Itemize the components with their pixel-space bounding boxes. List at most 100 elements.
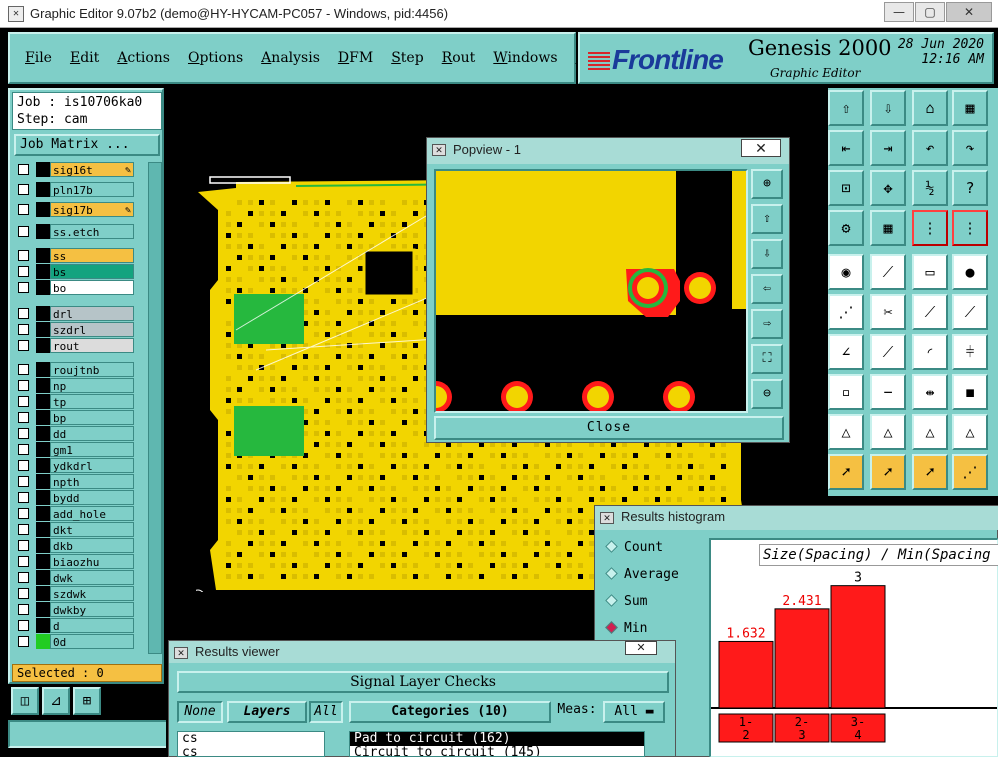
layer-row[interactable]: tp <box>12 394 146 409</box>
arc-icon[interactable]: ◜ <box>912 334 948 370</box>
results-viewer-close-button[interactable]: ✕ <box>625 641 657 655</box>
layer-name[interactable]: dd <box>50 426 134 441</box>
maximize-button[interactable]: ▢ <box>915 2 945 22</box>
job-matrix-button[interactable]: Job Matrix ... <box>14 134 160 156</box>
layer-name[interactable]: szdrl <box>50 322 134 337</box>
layer-row[interactable]: bydd <box>12 490 146 505</box>
pan-down-icon[interactable]: ⇩ <box>751 239 783 269</box>
dimension-icon[interactable]: ⇹ <box>912 374 948 410</box>
settings-icon[interactable]: ⚙ <box>828 210 864 246</box>
layer-row[interactable]: ss.etch <box>12 224 146 239</box>
histogram-bar[interactable] <box>774 608 830 709</box>
pattern-icon[interactable]: ◼ <box>952 374 988 410</box>
layer-name[interactable]: 0d <box>50 634 134 649</box>
pan-left-icon[interactable]: ⇦ <box>751 274 783 304</box>
layer-row[interactable]: d <box>12 618 146 633</box>
layer-name[interactable]: bydd <box>50 490 134 505</box>
menu-windows[interactable]: Windows <box>493 50 557 66</box>
window-fit-icon[interactable]: ▦ <box>952 90 988 126</box>
list-item[interactable]: Pad to circuit (162) <box>350 732 644 746</box>
layer-checkbox[interactable] <box>18 620 29 631</box>
layer-name[interactable]: sig17b ✎ <box>50 202 134 217</box>
layer-row[interactable]: ss <box>12 248 146 263</box>
layer-row[interactable]: bs <box>12 264 146 279</box>
close-window-button[interactable]: ✕ <box>946 2 992 22</box>
radio-sum[interactable]: Sum <box>603 592 647 612</box>
triangle-line-icon[interactable]: △ <box>912 414 948 450</box>
zoom-in-icon[interactable]: ⊕ <box>751 169 783 199</box>
layer-checkbox[interactable] <box>18 524 29 535</box>
layer-row[interactable]: drl <box>12 306 146 321</box>
layer-row[interactable]: bp <box>12 410 146 425</box>
category-result-list[interactable]: Pad to circuit (162) Circuit to circuit … <box>349 731 645 757</box>
move-right-icon[interactable]: ⇥ <box>870 130 906 166</box>
popview-canvas[interactable] <box>434 169 748 413</box>
pointer-icon[interactable]: ➚ <box>828 454 864 490</box>
layer-name[interactable]: npth <box>50 474 134 489</box>
net-compare-icon[interactable]: ⋮ <box>952 210 988 246</box>
layer-row[interactable]: szdrl <box>12 322 146 337</box>
layer-checkbox[interactable] <box>18 508 29 519</box>
layer-name[interactable]: bp <box>50 410 134 425</box>
pointer-net-icon[interactable]: ⋰ <box>952 454 988 490</box>
mirror-icon[interactable]: ⫩ <box>952 334 988 370</box>
move-pad-icon[interactable]: ⟋ <box>912 294 948 330</box>
layer-name[interactable]: dkb <box>50 538 134 553</box>
menu-dfm[interactable]: DFM <box>338 50 373 66</box>
layer-name[interactable]: gm1 <box>50 442 134 457</box>
cut-line-icon[interactable]: ✂ <box>870 294 906 330</box>
triangle-plus-icon[interactable]: △ <box>870 414 906 450</box>
add-text-icon[interactable]: ▫ <box>828 374 864 410</box>
layer-checkbox[interactable] <box>18 340 29 351</box>
menu-rout[interactable]: Rout <box>442 50 476 66</box>
layers-button[interactable]: Layers <box>227 701 307 723</box>
layer-name[interactable]: dkt <box>50 522 134 537</box>
layer-name[interactable]: sig16t ✎ <box>50 162 134 177</box>
layer-checkbox[interactable] <box>18 412 29 423</box>
layer-name[interactable]: ss.etch <box>50 224 134 239</box>
grid-icon[interactable]: ▦ <box>870 210 906 246</box>
redo-icon[interactable]: ↷ <box>952 130 988 166</box>
layer-name[interactable]: rout <box>50 338 134 353</box>
scale-icon[interactable]: ½ <box>912 170 948 206</box>
layer-name[interactable]: np <box>50 378 134 393</box>
menu-actions[interactable]: Actions <box>117 50 170 66</box>
layer-checkbox[interactable] <box>18 324 29 335</box>
layer-checkbox[interactable] <box>18 588 29 599</box>
zoom-out-icon[interactable]: ⊖ <box>751 379 783 409</box>
layer-row[interactable]: sig16t ✎ <box>12 162 146 177</box>
layer-row[interactable]: dkt <box>12 522 146 537</box>
popview-close-x-button[interactable]: ✕ <box>741 139 781 157</box>
stretch-icon[interactable]: ⟋ <box>952 294 988 330</box>
layer-checkbox[interactable] <box>18 428 29 439</box>
layer-row[interactable]: dd <box>12 426 146 441</box>
layer-name[interactable]: roujtnb <box>50 362 134 377</box>
layer-checkbox[interactable] <box>18 476 29 487</box>
layer-name[interactable]: add_hole <box>50 506 134 521</box>
radio-count[interactable]: Count <box>603 538 663 558</box>
measure-tool-icon[interactable]: ⊿ <box>42 687 70 715</box>
radio-average[interactable]: Average <box>603 565 679 585</box>
layer-name[interactable]: pln17b <box>50 182 134 197</box>
layer-name[interactable]: szdwk <box>50 586 134 601</box>
pan-up-icon[interactable]: ⇧ <box>751 204 783 234</box>
menu-edit[interactable]: Edit <box>70 50 99 66</box>
net-highlight-icon[interactable]: ⋮ <box>912 210 948 246</box>
layer-row[interactable]: add_hole <box>12 506 146 521</box>
layer-name[interactable]: bo <box>50 280 134 295</box>
layer-checkbox[interactable] <box>18 184 29 195</box>
none-button[interactable]: None <box>177 701 223 723</box>
list-item[interactable]: cs <box>178 732 324 746</box>
layer-name[interactable]: dwk <box>50 570 134 585</box>
ruler-icon[interactable]: ▭ <box>912 254 948 290</box>
layer-down-icon[interactable]: ⇩ <box>870 90 906 126</box>
layer-checkbox[interactable] <box>18 164 29 175</box>
layer-row[interactable]: npth <box>12 474 146 489</box>
undo-icon[interactable]: ↶ <box>912 130 948 166</box>
minimize-button[interactable]: — <box>884 2 914 22</box>
list-item[interactable]: Circuit to circuit (145) <box>350 746 644 757</box>
histogram-bar[interactable] <box>718 640 774 709</box>
layer-row[interactable]: pln17b <box>12 182 146 197</box>
layer-checkbox[interactable] <box>18 282 29 293</box>
layer-checkbox[interactable] <box>18 492 29 503</box>
